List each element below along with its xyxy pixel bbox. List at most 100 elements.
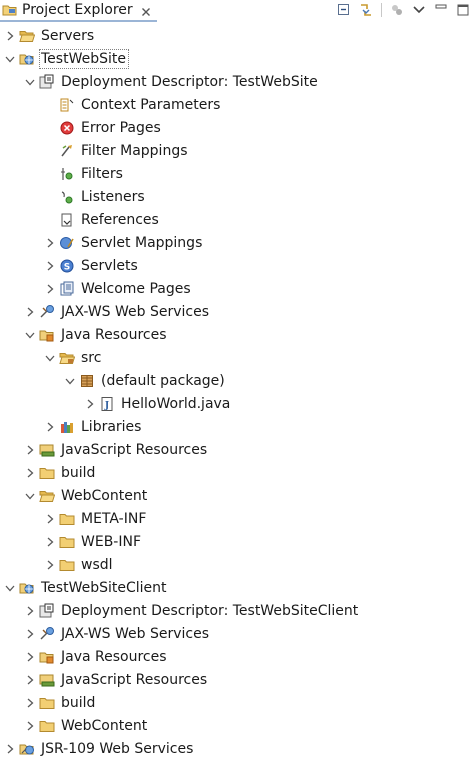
chevron-right-icon[interactable] <box>23 650 37 664</box>
tree-item[interactable]: Servlet Mappings <box>0 231 474 254</box>
chevron-right-icon[interactable] <box>43 282 57 296</box>
tree-item[interactable]: Java Resources <box>0 645 474 668</box>
chevron-right-icon[interactable] <box>43 558 57 572</box>
tree-item-label: Libraries <box>81 418 142 435</box>
tree-item[interactable]: Listeners <box>0 185 474 208</box>
tree-item[interactable]: Deployment Descriptor: TestWebSiteClient <box>0 599 474 622</box>
tree-item[interactable]: Filters <box>0 162 474 185</box>
link-with-editor-icon[interactable] <box>358 2 374 18</box>
chevron-down-icon[interactable] <box>3 52 17 66</box>
chevron-right-icon[interactable] <box>43 512 57 526</box>
chevron-right-icon[interactable] <box>23 604 37 618</box>
tree-item[interactable]: Servers <box>0 24 474 47</box>
java-resources-icon <box>39 649 55 665</box>
close-x-icon[interactable] <box>141 5 151 16</box>
chevron-down-icon[interactable] <box>3 581 17 595</box>
tree-item[interactable]: WebContent <box>0 714 474 737</box>
chevron-right-icon[interactable] <box>23 673 37 687</box>
tree-item[interactable]: TestWebSite <box>0 47 474 70</box>
tree-item-label: JavaScript Resources <box>61 441 208 458</box>
error-icon <box>59 120 75 136</box>
maximize-icon[interactable] <box>455 2 471 18</box>
tree-item[interactable]: JavaScript Resources <box>0 438 474 461</box>
folder-open-icon <box>39 488 56 504</box>
tree-item-label: META-INF <box>81 510 147 527</box>
tree-item[interactable]: WebContent <box>0 484 474 507</box>
tree-item-label: WebContent <box>61 717 148 734</box>
chevron-right-icon[interactable] <box>43 420 57 434</box>
web-services-icon <box>39 304 55 320</box>
tree-item[interactable]: J HelloWorld.java <box>0 392 474 415</box>
tree-item[interactable]: META-INF <box>0 507 474 530</box>
project-explorer-tab[interactable]: Project Explorer <box>0 0 157 22</box>
folder-open-icon <box>19 28 36 44</box>
tree-item[interactable]: JAX-WS Web Services <box>0 300 474 323</box>
chevron-right-icon[interactable] <box>3 29 17 43</box>
tree-item-label: JSR-109 Web Services <box>41 740 194 757</box>
chevron-right-icon[interactable] <box>23 696 37 710</box>
chevron-right-icon[interactable] <box>3 742 17 756</box>
chevron-right-icon[interactable] <box>43 236 57 250</box>
minimize-icon[interactable] <box>433 2 449 18</box>
tree-item[interactable]: Welcome Pages <box>0 277 474 300</box>
view-toolbar <box>333 0 474 20</box>
chevron-down-icon[interactable] <box>63 374 77 388</box>
tree-item[interactable]: Filter Mappings <box>0 139 474 162</box>
tree-item[interactable]: Libraries <box>0 415 474 438</box>
tree-item[interactable]: JAX-WS Web Services <box>0 622 474 645</box>
welcome-pages-icon <box>59 281 75 297</box>
chevron-right-icon[interactable] <box>23 466 37 480</box>
libraries-icon <box>59 419 75 435</box>
tree-item[interactable]: Java Resources <box>0 323 474 346</box>
collapse-all-icon[interactable] <box>336 2 352 18</box>
chevron-down-icon[interactable] <box>23 328 37 342</box>
chevron-right-icon[interactable] <box>23 305 37 319</box>
tree-item[interactable]: Deployment Descriptor: TestWebSite <box>0 70 474 93</box>
tree-item[interactable]: (default package) <box>0 369 474 392</box>
filter-icon <box>59 166 75 182</box>
chevron-right-icon[interactable] <box>23 443 37 457</box>
chevron-right-icon[interactable] <box>23 627 37 641</box>
tree-item-label: src <box>81 349 102 366</box>
tree-item[interactable]: wsdl <box>0 553 474 576</box>
deployment-descriptor-icon <box>39 603 55 619</box>
chevron-down-icon[interactable] <box>23 75 37 89</box>
tree-item[interactable]: WEB-INF <box>0 530 474 553</box>
chevron-down-icon[interactable] <box>23 489 37 503</box>
folder-icon <box>59 557 75 573</box>
chevron-right-icon[interactable] <box>43 259 57 273</box>
tree-item[interactable]: Context Parameters <box>0 93 474 116</box>
listener-icon <box>59 189 75 205</box>
jsr109-services-icon <box>19 741 35 757</box>
tree-item[interactable]: JavaScript Resources <box>0 668 474 691</box>
folder-icon <box>59 534 75 550</box>
view-menu-chevron-icon[interactable] <box>411 2 427 18</box>
chevron-right-icon[interactable] <box>23 719 37 733</box>
tree-item[interactable]: build <box>0 691 474 714</box>
tree-item-label: Welcome Pages <box>81 280 191 297</box>
tree-item[interactable]: src <box>0 346 474 369</box>
web-project-icon <box>19 51 35 67</box>
tree-item-label: Deployment Descriptor: TestWebSite <box>61 73 318 90</box>
chevron-right-icon[interactable] <box>83 397 97 411</box>
java-file-icon: J <box>99 396 115 412</box>
tree-item-label: Error Pages <box>81 119 161 136</box>
filter-disabled-icon[interactable] <box>389 2 405 18</box>
tree-item[interactable]: TestWebSiteClient <box>0 576 474 599</box>
source-folder-icon <box>59 350 76 366</box>
context-params-icon <box>59 97 75 113</box>
js-resources-icon <box>39 672 55 688</box>
folder-icon <box>59 511 75 527</box>
tree-item[interactable]: JSR-109 Web Services <box>0 737 474 760</box>
tree-item[interactable]: build <box>0 461 474 484</box>
tree-item-label: build <box>61 694 96 711</box>
view-title-bar: Project Explorer <box>0 0 474 22</box>
tree-item[interactable]: Error Pages <box>0 116 474 139</box>
tree-item[interactable]: References <box>0 208 474 231</box>
chevron-right-icon[interactable] <box>43 535 57 549</box>
tree-item[interactable]: S Servlets <box>0 254 474 277</box>
chevron-down-icon[interactable] <box>43 351 57 365</box>
